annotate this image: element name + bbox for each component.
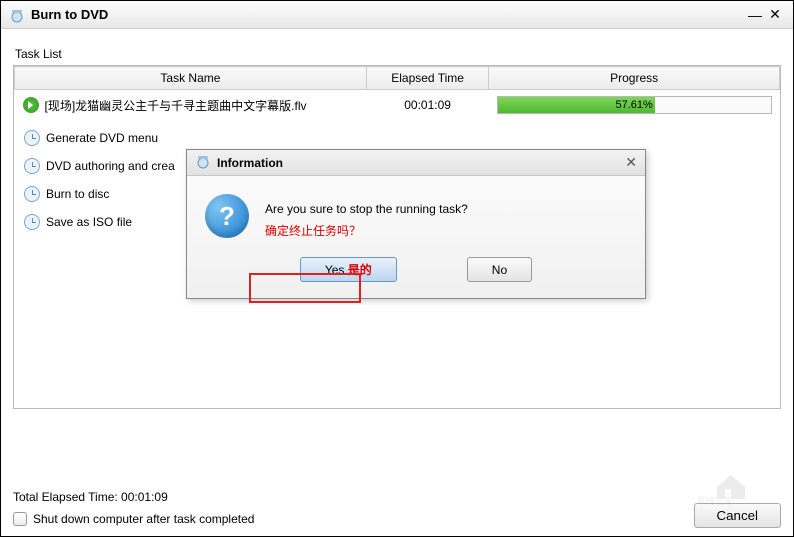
task-elapsed: 00:01:09 <box>366 90 488 121</box>
total-elapsed-label: Total Elapsed Time: 00:01:09 <box>13 490 781 504</box>
task-name: [现场]龙猫幽灵公主千与千寻主题曲中文字幕版.flv <box>45 97 307 114</box>
clock-icon <box>24 158 40 174</box>
table-header-row: Task Name Elapsed Time Progress <box>15 67 780 90</box>
footer: Total Elapsed Time: 00:01:09 Shut down c… <box>13 490 781 526</box>
svg-text:系统之家: 系统之家 <box>697 495 733 505</box>
pending-label: Burn to disc <box>46 187 109 201</box>
watermark: 系统之家 <box>697 461 787 508</box>
task-table: Task Name Elapsed Time Progress [现场]龙猫幽灵… <box>14 66 780 120</box>
confirm-dialog: Information ✕ ? Are you sure to stop the… <box>186 149 646 299</box>
close-button[interactable]: ✕ <box>765 6 785 23</box>
col-progress: Progress <box>489 67 780 90</box>
dialog-title: Information <box>217 156 625 170</box>
info-icon <box>195 153 211 172</box>
shutdown-checkbox[interactable] <box>13 512 27 526</box>
question-icon: ? <box>205 194 249 238</box>
progress-text: 57.61% <box>498 97 771 113</box>
pending-item[interactable]: Generate DVD menu <box>14 124 780 152</box>
window-title: Burn to DVD <box>31 7 745 22</box>
progress-bar: 57.61% <box>497 96 772 114</box>
dialog-close-button[interactable]: ✕ <box>625 154 637 171</box>
play-icon <box>23 97 39 113</box>
task-row-active[interactable]: [现场]龙猫幽灵公主千与千寻主题曲中文字幕版.flv 00:01:09 57.6… <box>15 90 780 121</box>
minimize-button[interactable]: — <box>745 7 765 23</box>
pending-label: Generate DVD menu <box>46 131 158 145</box>
pending-label: Save as ISO file <box>46 215 132 229</box>
task-list-label: Task List <box>15 47 781 61</box>
pending-label: DVD authoring and crea <box>46 159 175 173</box>
clock-icon <box>24 130 40 146</box>
clock-icon <box>24 186 40 202</box>
col-task-name: Task Name <box>15 67 367 90</box>
dialog-sub-message: 确定终止任务吗？ <box>265 222 468 239</box>
col-elapsed-time: Elapsed Time <box>366 67 488 90</box>
clock-icon <box>24 214 40 230</box>
yes-button[interactable]: Yes 是的 <box>300 257 397 282</box>
no-button[interactable]: No <box>467 257 532 282</box>
app-icon <box>9 7 25 23</box>
dialog-titlebar: Information ✕ <box>187 150 645 176</box>
dialog-message: Are you sure to stop the running task? <box>265 202 468 216</box>
shutdown-label: Shut down computer after task completed <box>33 512 254 526</box>
window-titlebar: Burn to DVD — ✕ <box>1 1 793 29</box>
